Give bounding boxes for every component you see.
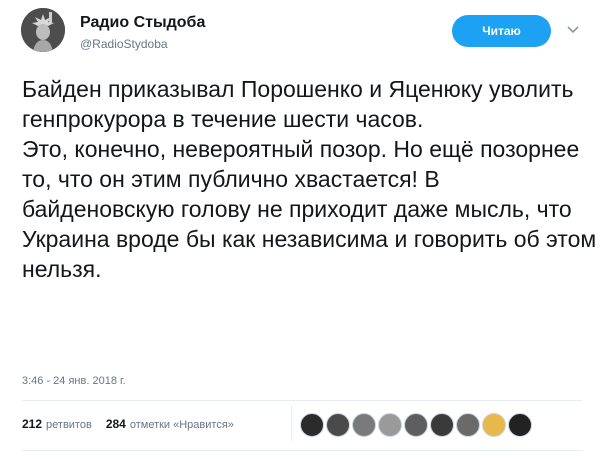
account-handle[interactable]: @RadioStydoba [80,37,168,51]
liker-avatar-3[interactable] [352,413,376,437]
tweet-card: Радио Стыдоба @RadioStydoba Читаю Байден… [0,0,607,459]
tweet-text: Байден приказывал Порошенко и Яценюку ув… [22,74,597,284]
likes-stat[interactable]: 284 отметки «Нравится» [106,417,234,431]
tweet-paragraph-1: Байден приказывал Порошенко и Яценюку ув… [22,76,574,132]
tweet-timestamp[interactable]: 3:46 - 24 янв. 2018 г. [22,375,126,387]
liker-avatar-9[interactable] [508,413,532,437]
stats-separator [291,405,292,441]
liker-avatars [300,413,532,437]
likes-count: 284 [105,417,126,431]
tweet-stats: 212 ретвитов 284 отметки «Нравится» [22,417,234,431]
likes-label: отметки «Нравится» [129,419,234,431]
liker-avatar-8[interactable] [482,413,506,437]
liker-avatar-1[interactable] [300,413,324,437]
tweet-paragraph-2: Это, конечно, невероятный позор. Но ещё … [22,136,597,282]
retweets-stat[interactable]: 212 ретвитов [22,417,92,431]
divider [22,400,582,401]
liker-avatar-7[interactable] [456,413,480,437]
retweets-label: ретвитов [46,419,92,431]
divider [22,450,582,451]
liker-avatar-6[interactable] [430,413,454,437]
liker-avatar-5[interactable] [404,413,428,437]
account-name[interactable]: Радио Стыдоба [80,14,205,32]
chevron-down-icon[interactable] [565,22,581,38]
following-button[interactable]: Читаю [452,15,551,47]
liker-avatar-2[interactable] [326,413,350,437]
retweets-count: 212 [22,417,43,431]
liker-avatar-4[interactable] [378,413,402,437]
statue-of-liberty-avatar-icon [21,8,65,52]
account-avatar[interactable] [21,8,65,52]
